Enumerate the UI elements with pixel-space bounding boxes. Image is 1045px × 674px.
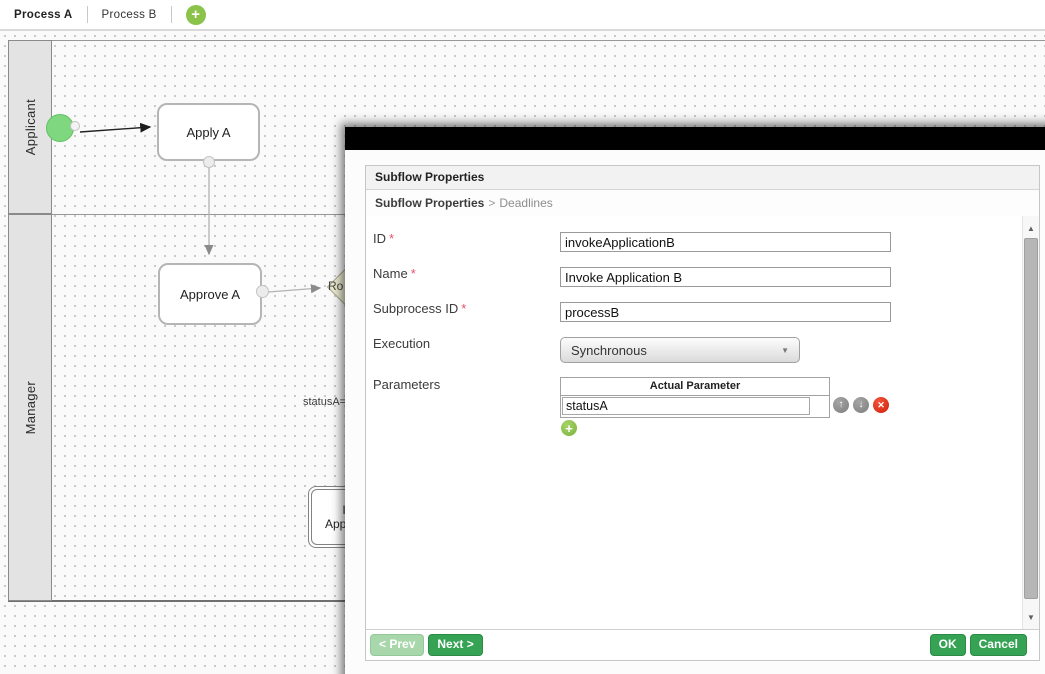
breadcrumb-deadlines: Deadlines (499, 196, 552, 210)
plus-icon: + (565, 422, 573, 435)
add-process-button[interactable]: + (186, 5, 206, 25)
parameters-table: Actual Parameter (560, 377, 830, 418)
parameters-label: Parameters (373, 377, 440, 392)
lane-applicant-label: Applicant (23, 99, 38, 155)
arrow-up-icon: ↑ (839, 400, 844, 410)
lane-manager-label: Manager (23, 381, 38, 434)
required-marker: * (461, 301, 466, 316)
connection-point[interactable] (203, 156, 215, 168)
task-approve-a[interactable]: Approve A (158, 263, 262, 325)
vertical-scrollbar[interactable]: ▲ ▼ (1022, 216, 1039, 629)
subprocess-id-label: Subprocess ID* (373, 301, 466, 316)
delete-icon: ✕ (877, 401, 885, 410)
ok-button[interactable]: OK (930, 634, 966, 656)
cancel-button[interactable]: Cancel (970, 634, 1027, 656)
execution-select-value: Synchronous (571, 343, 647, 358)
breadcrumb-current[interactable]: Subflow Properties (375, 196, 484, 210)
dialog-content: ID* Name* Subprocess ID* Execution (366, 216, 1039, 629)
edge-approve-to-gateway (268, 288, 320, 292)
arrow-down-icon: ↓ (859, 400, 864, 410)
dialog-title-bar (345, 127, 1045, 150)
parameter-row-actions: ↑ ↓ ✕ (833, 397, 889, 413)
required-marker: * (389, 231, 394, 246)
move-up-button[interactable]: ↑ (833, 397, 849, 413)
actual-parameter-header: Actual Parameter (561, 378, 829, 396)
chevron-down-icon: ▼ (781, 346, 789, 355)
execution-select[interactable]: Synchronous ▼ (560, 337, 800, 363)
scrollbar-down-icon[interactable]: ▼ (1023, 613, 1039, 622)
process-tab-bar: Process A Process B + (0, 0, 1045, 31)
name-field[interactable] (560, 267, 891, 287)
edge-start-to-apply (80, 127, 150, 132)
required-marker: * (411, 266, 416, 281)
lane-manager[interactable]: Manager (8, 214, 52, 601)
connection-point[interactable] (70, 121, 80, 131)
app-window: Process A Process B + Applicant Manager (0, 0, 1045, 674)
name-label: Name* (373, 266, 416, 281)
delete-parameter-button[interactable]: ✕ (873, 397, 889, 413)
name-label-text: Name (373, 266, 408, 281)
execution-label: Execution (373, 336, 430, 351)
breadcrumb: Subflow Properties > Deadlines (366, 190, 1039, 216)
move-down-button[interactable]: ↓ (853, 397, 869, 413)
prev-button[interactable]: < Prev (370, 634, 424, 656)
id-label-text: ID (373, 231, 386, 246)
connection-point[interactable] (256, 285, 269, 298)
subflow-properties-dialog: Subflow Properties Subflow Properties > De… (345, 127, 1045, 674)
parameters-label-text: Parameters (373, 377, 440, 392)
tab-separator (171, 6, 172, 23)
actual-parameter-field[interactable] (562, 397, 810, 415)
tab-process-a[interactable]: Process A (0, 9, 87, 21)
id-field[interactable] (560, 232, 891, 252)
dialog-panel: Subflow Properties Subflow Properties > De… (365, 165, 1040, 661)
table-row (561, 396, 829, 417)
subprocess-id-label-text: Subprocess ID (373, 301, 458, 316)
id-label: ID* (373, 231, 394, 246)
breadcrumb-separator: > (488, 196, 495, 210)
next-button[interactable]: Next > (428, 634, 482, 656)
plus-icon: + (191, 7, 200, 22)
task-apply-a[interactable]: Apply A (157, 103, 260, 161)
execution-label-text: Execution (373, 336, 430, 351)
add-parameter-button[interactable]: + (561, 420, 577, 436)
pool-top-border (52, 40, 1045, 41)
panel-title: Subflow Properties (366, 166, 1039, 190)
scrollbar-thumb[interactable] (1024, 238, 1038, 599)
task-apply-a-label: Apply A (186, 125, 230, 140)
edge-condition-label: statusA= (303, 396, 346, 408)
dialog-footer: < Prev Next > OK Cancel (366, 629, 1039, 660)
gateway-label: Ro (328, 279, 343, 293)
tab-process-b[interactable]: Process B (88, 9, 171, 21)
scrollbar-up-icon[interactable]: ▲ (1023, 224, 1039, 233)
subprocess-id-field[interactable] (560, 302, 891, 322)
task-approve-a-label: Approve A (180, 287, 240, 302)
